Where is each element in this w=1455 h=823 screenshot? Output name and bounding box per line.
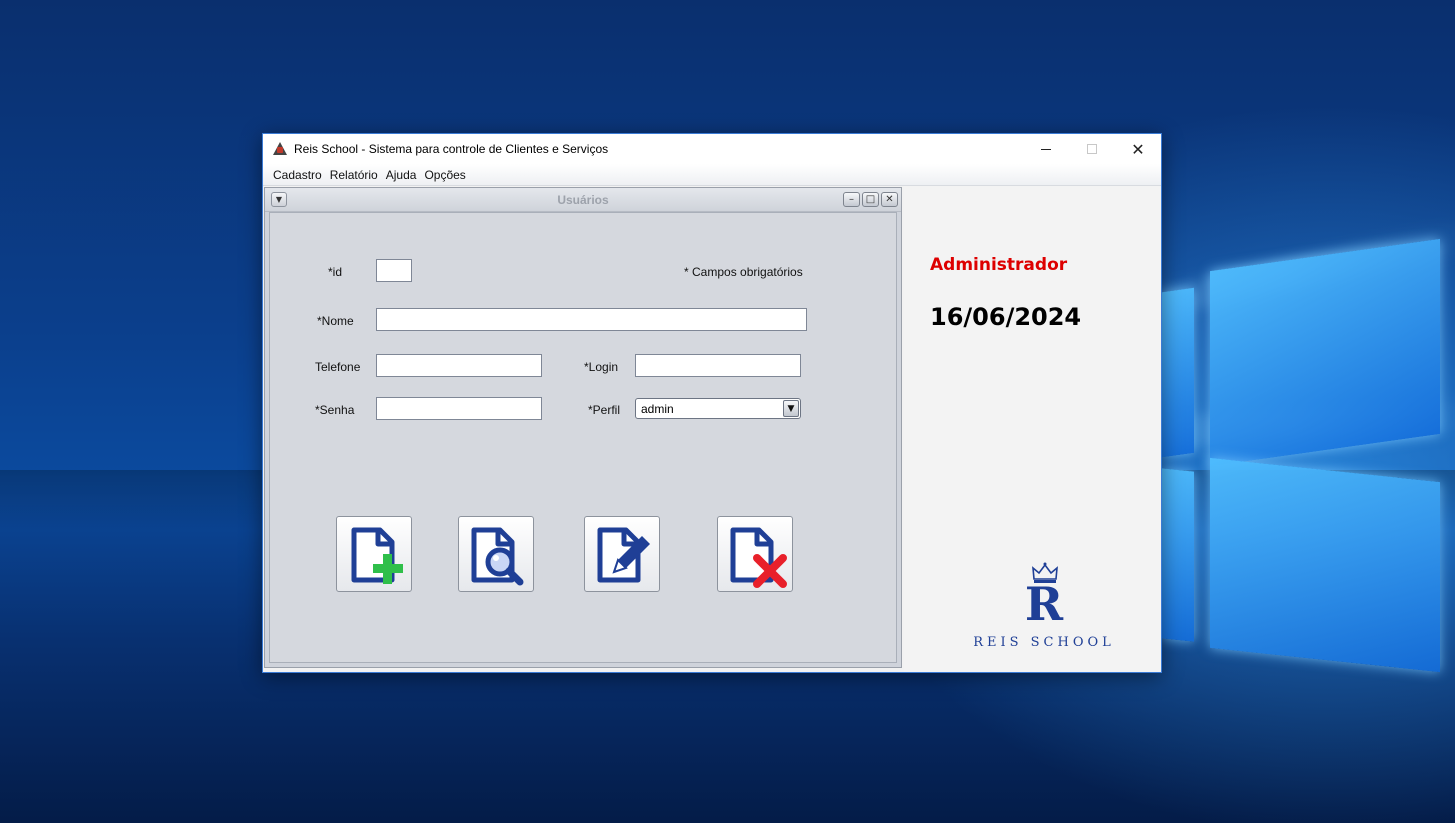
nome-field[interactable] [376, 308, 807, 331]
internal-frame-title-bar[interactable]: ▼ Usuários – □ ✕ [265, 188, 901, 212]
login-field[interactable] [635, 354, 801, 377]
menu-ajuda[interactable]: Ajuda [382, 168, 421, 182]
id-input[interactable] [377, 260, 411, 282]
minimize-icon: – [849, 193, 854, 205]
window-logo-pane [1210, 457, 1440, 673]
reis-school-logo: R REIS SCHOOL [944, 561, 1144, 661]
telefone-field[interactable] [376, 354, 542, 377]
frame-close-button[interactable]: ✕ [881, 192, 898, 207]
nome-label: *Nome [317, 314, 354, 328]
maximize-button[interactable] [1069, 134, 1115, 164]
required-fields-note: * Campos obrigatórios [684, 265, 803, 279]
edit-user-button[interactable] [584, 516, 660, 592]
document-search-icon [471, 527, 524, 586]
perfil-label: *Perfil [588, 403, 621, 417]
desktop-pane: ▼ Usuários – □ ✕ *id * Campos obrigatóri… [263, 186, 1161, 672]
telefone-input[interactable] [377, 355, 541, 377]
app-window: Reis School - Sistema para controle de C… [262, 133, 1162, 673]
minimize-button[interactable] [1023, 134, 1069, 164]
internal-frame-controls: – □ ✕ [843, 192, 898, 207]
perfil-selected-value: admin [641, 401, 674, 416]
user-role-label: Administrador [930, 255, 1068, 275]
close-button[interactable]: ✕ [1115, 134, 1161, 164]
senha-label: *Senha [315, 403, 355, 417]
logo-letter: R [1024, 577, 1064, 631]
title-bar[interactable]: Reis School - Sistema para controle de C… [263, 134, 1161, 164]
menu-cadastro[interactable]: Cadastro [269, 168, 326, 182]
internal-frame-title: Usuários [557, 192, 609, 207]
delete-user-button[interactable] [717, 516, 793, 592]
menu-opcoes[interactable]: Opções [420, 168, 469, 182]
frame-menu-button[interactable]: ▼ [271, 192, 287, 207]
document-add-icon [351, 527, 403, 584]
window-logo-pane [1162, 468, 1194, 642]
minimize-icon [1041, 148, 1051, 150]
logo-text: REIS SCHOOL [973, 635, 1115, 650]
nome-input[interactable] [377, 309, 806, 331]
close-icon: ✕ [1131, 139, 1145, 159]
window-title: Reis School - Sistema para controle de C… [294, 142, 609, 156]
maximize-icon [1087, 144, 1097, 154]
id-label: *id [328, 265, 343, 279]
document-edit-icon [597, 527, 650, 583]
menu-relatorio[interactable]: Relatório [326, 168, 382, 182]
frame-minimize-button[interactable]: – [843, 192, 860, 207]
id-field[interactable] [376, 259, 412, 282]
document-delete-icon [730, 527, 787, 588]
users-form: *id * Campos obrigatórios *Nome Telefone… [269, 212, 897, 663]
side-panel: Administrador 16/06/2024 R REIS SCHOOL [904, 186, 1161, 672]
add-user-button[interactable] [336, 516, 412, 592]
maximize-icon: □ [865, 193, 876, 205]
telefone-label: Telefone [315, 360, 361, 374]
login-label: *Login [584, 360, 619, 374]
chevron-down-icon[interactable]: ▼ [783, 400, 799, 417]
login-input[interactable] [636, 355, 800, 377]
search-user-button[interactable] [458, 516, 534, 592]
chevron-down-icon: ▼ [275, 195, 283, 204]
window-logo-pane [1210, 238, 1440, 467]
window-logo-pane [1162, 287, 1194, 458]
senha-input[interactable] [377, 398, 541, 420]
date-label: 16/06/2024 [930, 303, 1082, 331]
close-icon: ✕ [885, 193, 894, 205]
senha-field[interactable] [376, 397, 542, 420]
java-app-icon [272, 141, 288, 157]
perfil-select[interactable]: admin ▼ [635, 398, 801, 419]
frame-maximize-button[interactable]: □ [862, 192, 879, 207]
menu-bar: Cadastro Relatório Ajuda Opções [263, 164, 1161, 186]
users-internal-frame: ▼ Usuários – □ ✕ *id * Campos obrigatóri… [264, 187, 902, 668]
